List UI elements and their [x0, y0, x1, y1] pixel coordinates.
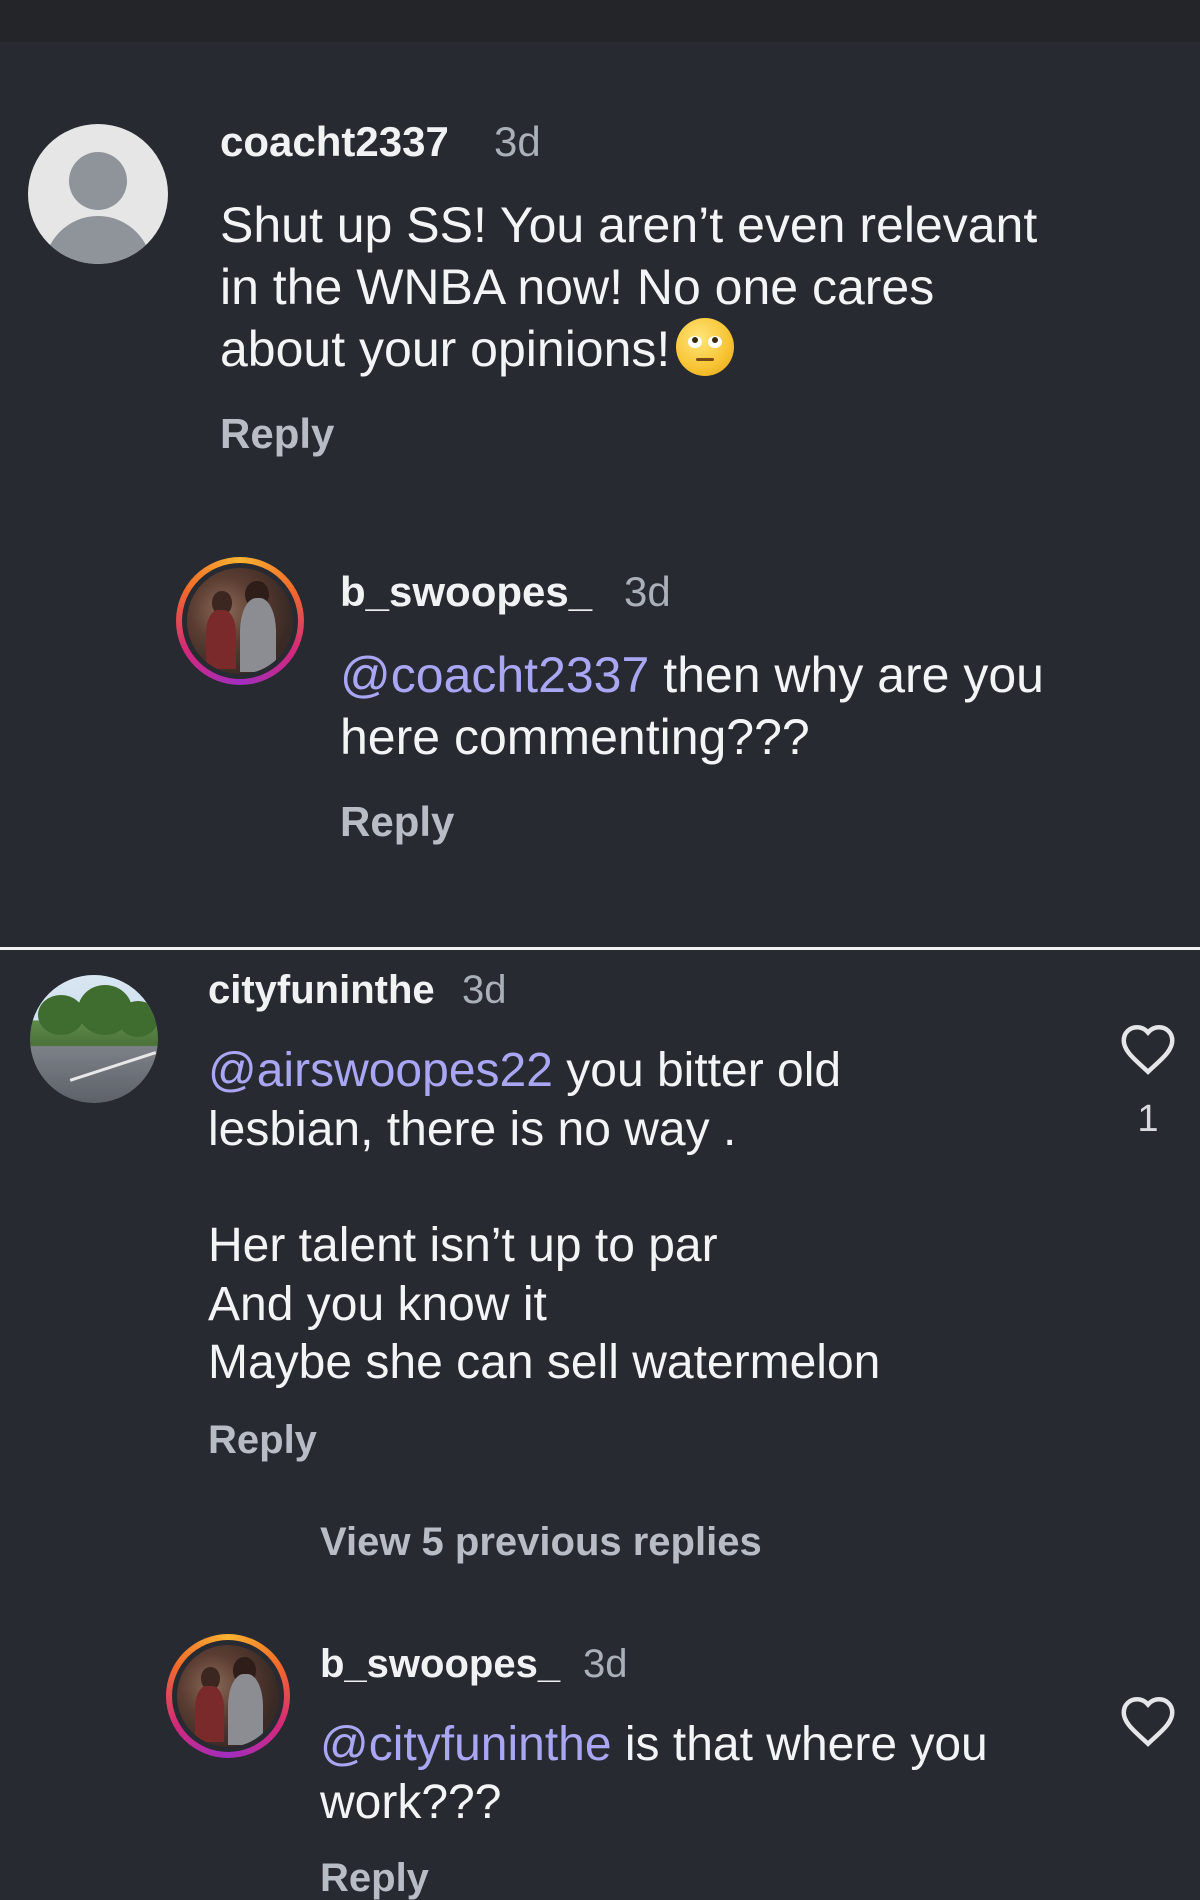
default-avatar-icon[interactable] [28, 124, 168, 264]
mention-link[interactable]: @cityfuninthe [320, 1718, 612, 1771]
heart-outline-icon[interactable] [1118, 1020, 1178, 1076]
reply-text-line: @cityfuninthe is that where you [320, 1716, 988, 1774]
mention-link[interactable]: @airswoopes22 [208, 1044, 553, 1097]
story-ring[interactable] [166, 1634, 290, 1758]
comment-username[interactable]: cityfuninthe [208, 968, 435, 1013]
like-count: 1 [1137, 1098, 1159, 1140]
comment-thread-panel-1 [0, 42, 1200, 947]
reply-text-content: then why are you [649, 647, 1044, 703]
reply-timestamp: 3d [624, 568, 671, 615]
reply-text: @cityfuninthe is that where you work??? [320, 1716, 988, 1831]
top-bar [0, 0, 1200, 42]
reply-button[interactable]: Reply [340, 798, 454, 846]
comment-text-line-content: about your opinions! [220, 321, 671, 377]
profile-photo-avatar [177, 1645, 279, 1747]
reply-text-line: here commenting??? [340, 709, 810, 765]
comments-screen: coacht2337 3d Shut up SS! You aren’t eve… [0, 0, 1200, 1900]
reply-text-content: is that where you [611, 1718, 988, 1771]
reply-username[interactable]: b_swoopes_ [320, 1642, 560, 1687]
comment-timestamp: 3d [494, 118, 541, 165]
reply-button[interactable]: Reply [220, 410, 334, 458]
reply-text-line: work??? [320, 1775, 502, 1829]
comment-text-line: Shut up SS! You aren’t even relevant [220, 197, 1038, 253]
comment-text-line: And you know it [208, 1277, 547, 1331]
face-with-rolling-eyes-emoji [676, 318, 735, 376]
street-photo-avatar[interactable] [30, 975, 158, 1103]
reply-text-line: @coacht2337 then why are you [340, 644, 1044, 706]
comment-text: Shut up SS! You aren’t even relevant in … [220, 194, 1037, 380]
comment-text-line: Her talent isn’t up to par [208, 1219, 718, 1273]
comment-timestamp: 3d [462, 968, 507, 1012]
comment-text-line: Maybe she can sell watermelon [208, 1336, 881, 1390]
profile-photo-avatar [187, 568, 293, 674]
reply-username[interactable]: b_swoopes_ [340, 568, 592, 616]
comment-text-content: you bitter old [552, 1044, 842, 1097]
reply-button[interactable]: Reply [320, 1856, 429, 1900]
comment-text-line: lesbian, there is no way . [208, 1102, 737, 1156]
reply-button[interactable]: Reply [208, 1418, 317, 1463]
story-ring[interactable] [176, 557, 304, 685]
comment-username[interactable]: coacht2337 [220, 118, 449, 166]
comment-text-line: @airswoopes22 you bitter old [208, 1042, 880, 1101]
comment-text-line: in the WNBA now! No one cares [220, 259, 935, 315]
mention-link[interactable]: @coacht2337 [340, 647, 649, 703]
comment-text-line: about your opinions! [220, 318, 1037, 380]
view-previous-replies-button[interactable]: View 5 previous replies [320, 1520, 762, 1565]
reply-timestamp: 3d [583, 1642, 628, 1686]
reply-text: @coacht2337 then why are you here commen… [340, 644, 1044, 768]
heart-outline-icon[interactable] [1118, 1692, 1178, 1748]
comment-text: @airswoopes22 you bitter old lesbian, th… [208, 1042, 880, 1393]
